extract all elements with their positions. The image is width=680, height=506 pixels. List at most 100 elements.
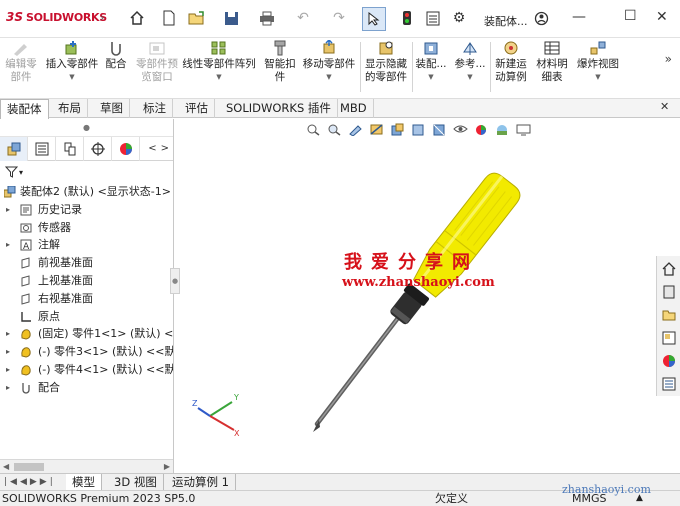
file-explorer-icon[interactable]	[660, 306, 678, 324]
scroll-left-icon[interactable]: ◀	[3, 460, 9, 474]
tree-item-part4[interactable]: ▸ (-) 零件4<1> (默认) <<默认	[0, 361, 173, 379]
feature-manager-tab[interactable]	[0, 137, 28, 161]
new-motion-study-button[interactable]: 新建运 动算例	[492, 40, 530, 84]
exploded-view-button[interactable]: 爆炸视图 ▼	[574, 40, 622, 84]
rebuild-traffic-light-icon[interactable]	[398, 9, 416, 27]
tab-assembly[interactable]: 装配体	[0, 99, 49, 119]
ribbon-label: 编辑零	[5, 58, 37, 70]
chevron-right-icon[interactable]: ▸	[6, 361, 10, 379]
design-library-icon[interactable]	[660, 283, 678, 301]
dropdown-arrow-icon[interactable]: ▼	[574, 71, 622, 84]
tree-item-annotations[interactable]: ▸ A 注解	[0, 236, 173, 254]
tree-item-origin[interactable]: 原点	[0, 308, 173, 326]
ribbon-label: 新建运	[495, 58, 527, 70]
chevron-right-icon[interactable]: >	[161, 143, 169, 154]
search-icon[interactable]	[532, 9, 550, 27]
tree-root[interactable]: 装配体2 (默认) <显示状态-1>	[0, 183, 173, 201]
panel-splitter-handle[interactable]: ●	[170, 268, 180, 294]
scroll-thumb[interactable]	[14, 463, 44, 471]
chevron-right-icon[interactable]: ▸	[6, 325, 10, 343]
chevron-right-icon[interactable]: ▸	[6, 236, 10, 254]
smart-fasteners-button[interactable]: 智能扣 件	[262, 40, 298, 84]
chevron-left-icon[interactable]: <	[148, 143, 156, 154]
tab-3d-view[interactable]: 3D 视图	[108, 474, 164, 490]
tree-item-top-plane[interactable]: 上视基准面	[0, 272, 173, 290]
display-manager-tab[interactable]	[112, 137, 140, 161]
tree-item-history[interactable]: ▸ 历史记录	[0, 201, 173, 219]
scroll-right-icon[interactable]: ▶	[164, 460, 170, 474]
chevron-right-icon[interactable]: ▸	[6, 379, 10, 397]
filter-icon	[5, 166, 18, 178]
tab-mbd[interactable]: MBD	[334, 99, 374, 118]
ribbon-label: 的零部件	[365, 71, 407, 83]
tree-item-right-plane[interactable]: 右视基准面	[0, 290, 173, 308]
tab-solidworks-addins[interactable]: SOLIDWORKS 插件	[220, 99, 338, 118]
open-document-icon[interactable]	[188, 9, 206, 27]
print-icon[interactable]	[258, 9, 276, 27]
tree-item-sensors[interactable]: 传感器	[0, 219, 173, 237]
minimize-button[interactable]: —	[572, 9, 586, 25]
chevron-right-icon[interactable]: ▸	[6, 201, 10, 219]
file-properties-icon[interactable]	[424, 9, 442, 27]
ribbon-label: 细表	[541, 71, 563, 83]
tree-item-front-plane[interactable]: 前视基准面	[0, 254, 173, 272]
assembly-features-button[interactable]: 装配... ▼	[414, 40, 448, 84]
insert-component-button[interactable]: 插入零部件 ▼	[44, 40, 100, 84]
appearances-icon[interactable]	[660, 352, 678, 370]
custom-properties-icon[interactable]	[660, 375, 678, 393]
tab-motion-study-1[interactable]: 运动算例 1	[166, 474, 236, 490]
ribbon-label: 配合	[105, 58, 127, 70]
dimxpert-manager-tab[interactable]	[84, 137, 112, 161]
property-manager-tab[interactable]	[28, 137, 56, 161]
tab-nav-arrows[interactable]: |◀◀▶▶|	[4, 474, 56, 490]
options-gear-icon[interactable]: ⚙	[450, 9, 468, 27]
filter-button[interactable]: ▾	[0, 161, 173, 183]
dropdown-arrow-icon[interactable]: ▼	[414, 71, 448, 84]
reference-geometry-button[interactable]: 参考... ▼	[452, 40, 488, 84]
dropdown-arrow-icon[interactable]: ▼	[452, 71, 488, 84]
tab-sketch[interactable]: 草图	[94, 99, 130, 118]
tree-item-part1[interactable]: ▸ (固定) 零件1<1> (默认) <<	[0, 325, 173, 343]
solidworks-logo[interactable]: 3S SOLIDWORKS	[6, 10, 107, 24]
tab-evaluate[interactable]: 评估	[179, 99, 215, 118]
move-component-button[interactable]: 移动零部件 ▼	[300, 40, 358, 84]
home-icon[interactable]	[128, 9, 146, 27]
linear-component-pattern-button[interactable]: 线性零部件阵列 ▼	[181, 40, 257, 84]
close-window-button[interactable]: ✕	[656, 9, 668, 25]
svg-text:A: A	[23, 242, 30, 251]
tree-item-label: 原点	[38, 309, 60, 323]
maximize-button[interactable]: ☐	[624, 8, 637, 24]
new-document-icon[interactable]	[160, 9, 178, 27]
bill-of-materials-button[interactable]: 材料明 细表	[534, 40, 570, 84]
home-icon[interactable]	[660, 260, 678, 278]
tab-model[interactable]: 模型	[66, 474, 102, 490]
show-hidden-components-button[interactable]: 显示隐藏 的零部件	[362, 40, 410, 84]
tab-layout[interactable]: 布局	[52, 99, 88, 118]
view-palette-icon[interactable]	[660, 329, 678, 347]
save-icon[interactable]	[222, 9, 240, 27]
ribbon-more-icon[interactable]: »	[665, 52, 672, 66]
mate-button[interactable]: 配合	[103, 40, 129, 71]
chevron-down-icon: ▾	[19, 167, 24, 177]
select-tool-button[interactable]	[362, 7, 386, 31]
undo-icon[interactable]: ↶	[294, 9, 312, 27]
panel-handle[interactable]: ●	[0, 119, 173, 137]
chevron-right-icon[interactable]: ▸	[6, 343, 10, 361]
configuration-manager-tab[interactable]	[56, 137, 84, 161]
dropdown-arrow-icon[interactable]: ▼	[44, 71, 100, 84]
tree-item-part3[interactable]: ▸ (-) 零件3<1> (默认) <<默认	[0, 343, 173, 361]
ribbon-label: 件	[274, 71, 286, 83]
part-icon	[21, 347, 31, 358]
ds-logo-icon: 3S	[6, 10, 23, 24]
tree-horizontal-scrollbar[interactable]: ◀ ▶	[0, 459, 173, 473]
tree-item-mates[interactable]: ▸ 配合	[0, 379, 173, 397]
dropdown-arrow-icon[interactable]: ▼	[300, 71, 358, 84]
graphics-area[interactable]: Y X Z 我爱分享网 www.zhanshaoyi.com	[174, 118, 680, 473]
close-graphics-icon[interactable]: ✕	[660, 100, 669, 113]
edit-component-button[interactable]: 编辑零 部件	[2, 40, 40, 84]
component-preview-window-button[interactable]: 零部件预 览窗口	[134, 40, 180, 84]
redo-icon[interactable]: ↷	[330, 9, 348, 27]
tab-markup[interactable]: 标注	[137, 99, 173, 118]
dropdown-arrow-icon[interactable]: ▼	[181, 71, 257, 84]
expand-menu-icon[interactable]: ›	[100, 11, 104, 24]
